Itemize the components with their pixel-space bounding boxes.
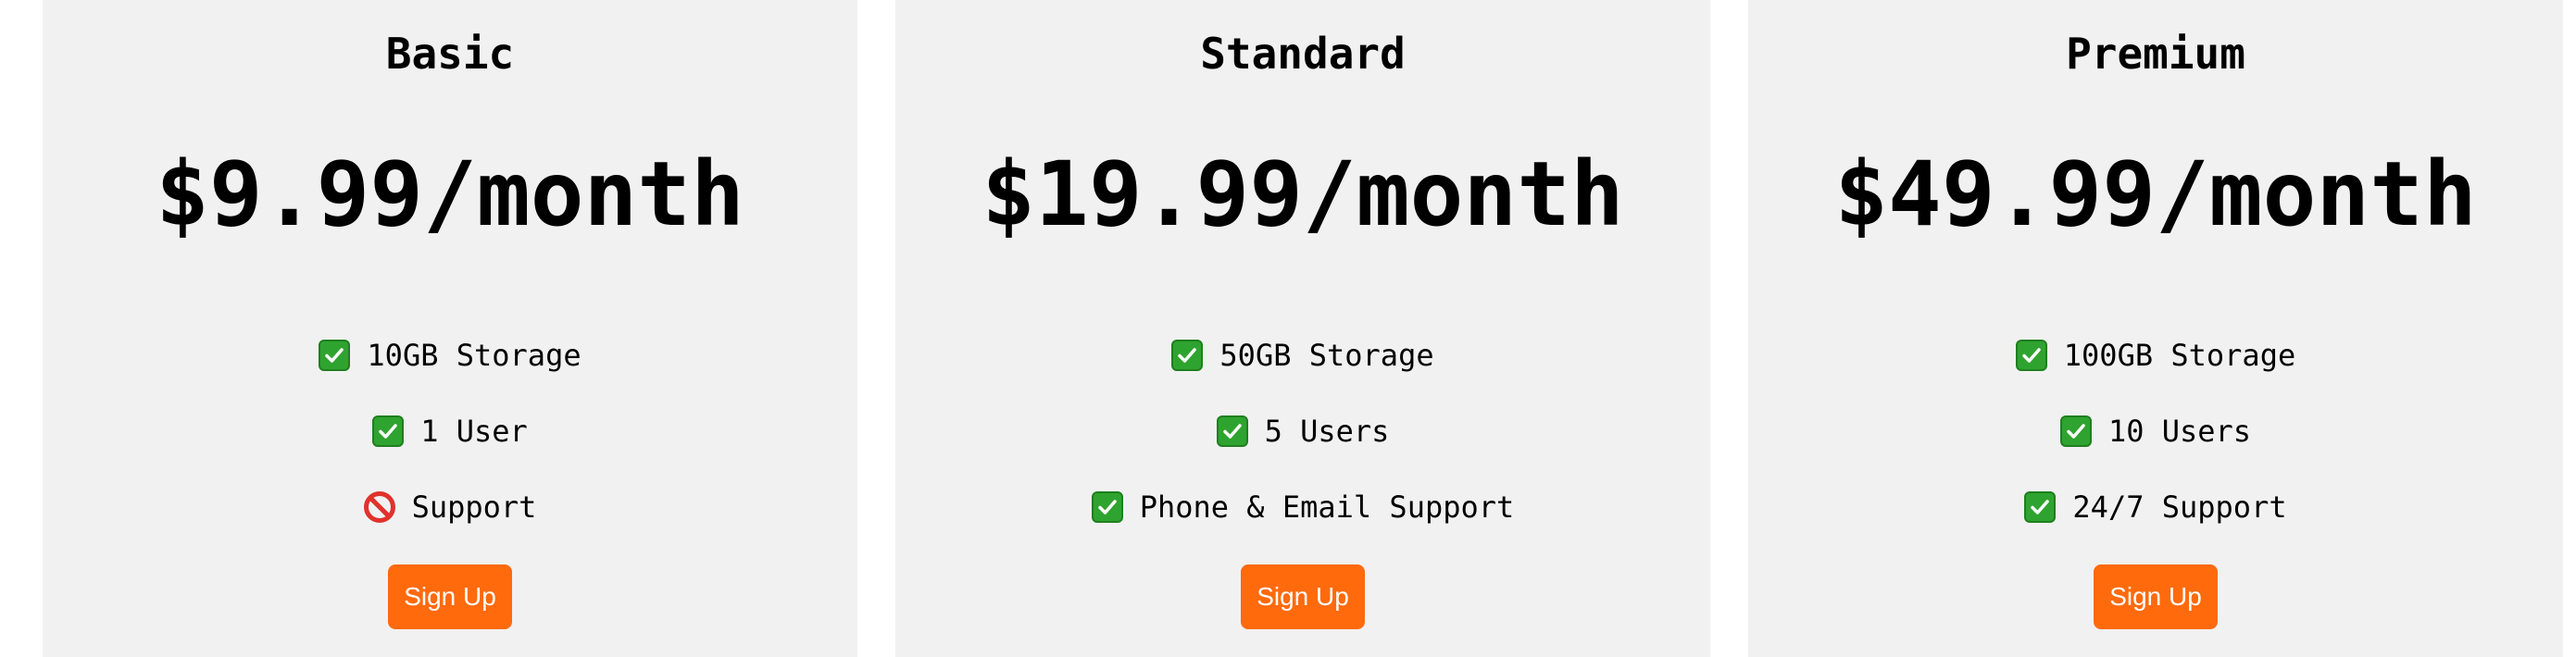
plan-name: Basic [385,29,515,79]
pricing-card-premium: Premium $49.99/month 100GB Storage 10 Us… [1748,0,2563,657]
check-icon [2015,340,2047,371]
feature-list: 100GB Storage 10 Users 24/7 Support [1748,333,2563,561]
plan-price: $9.99/month [156,143,744,246]
check-icon [2024,491,2057,523]
sign-up-button-standard[interactable]: Sign Up [1241,564,1365,629]
feature-text: 1 User [420,414,528,449]
feature-item: Support [43,485,857,529]
feature-item: 10GB Storage [43,333,857,378]
feature-text: 5 Users [1264,414,1390,449]
sign-up-button-basic[interactable]: Sign Up [388,564,512,629]
feature-item: 10 Users [1748,409,2563,453]
feature-text: 24/7 Support [2072,490,2287,525]
check-icon [1216,415,1248,447]
check-icon [1171,340,1204,371]
check-icon [319,340,351,371]
prohibited-icon [363,491,395,523]
pricing-card-standard: Standard $19.99/month 50GB Storage 5 Use… [895,0,1710,657]
check-icon [2059,415,2092,447]
feature-item: 100GB Storage [1748,333,2563,378]
check-icon [372,415,405,447]
feature-item: 50GB Storage [895,333,1710,378]
feature-item: 24/7 Support [1748,485,2563,529]
feature-item: Phone & Email Support [895,485,1710,529]
feature-item: 1 User [43,409,857,453]
feature-text: 100GB Storage [2063,338,2296,373]
feature-list: 10GB Storage 1 User Support [43,333,857,561]
plan-price: $49.99/month [1834,143,2477,246]
plan-name: Premium [2066,29,2245,79]
feature-item: 5 Users [895,409,1710,453]
feature-text: Phone & Email Support [1139,490,1515,525]
feature-text: Support [411,490,537,525]
pricing-cards: Basic $9.99/month 10GB Storage 1 User Su… [0,0,2576,657]
feature-text: 10 Users [2107,414,2252,449]
plan-name: Standard [1200,29,1406,79]
feature-list: 50GB Storage 5 Users Phone & Email Suppo… [895,333,1710,561]
pricing-card-basic: Basic $9.99/month 10GB Storage 1 User Su… [43,0,857,657]
feature-text: 50GB Storage [1219,338,1434,373]
sign-up-button-premium[interactable]: Sign Up [2094,564,2218,629]
feature-text: 10GB Storage [367,338,581,373]
plan-price: $19.99/month [982,143,1624,246]
check-icon [1091,491,1123,523]
